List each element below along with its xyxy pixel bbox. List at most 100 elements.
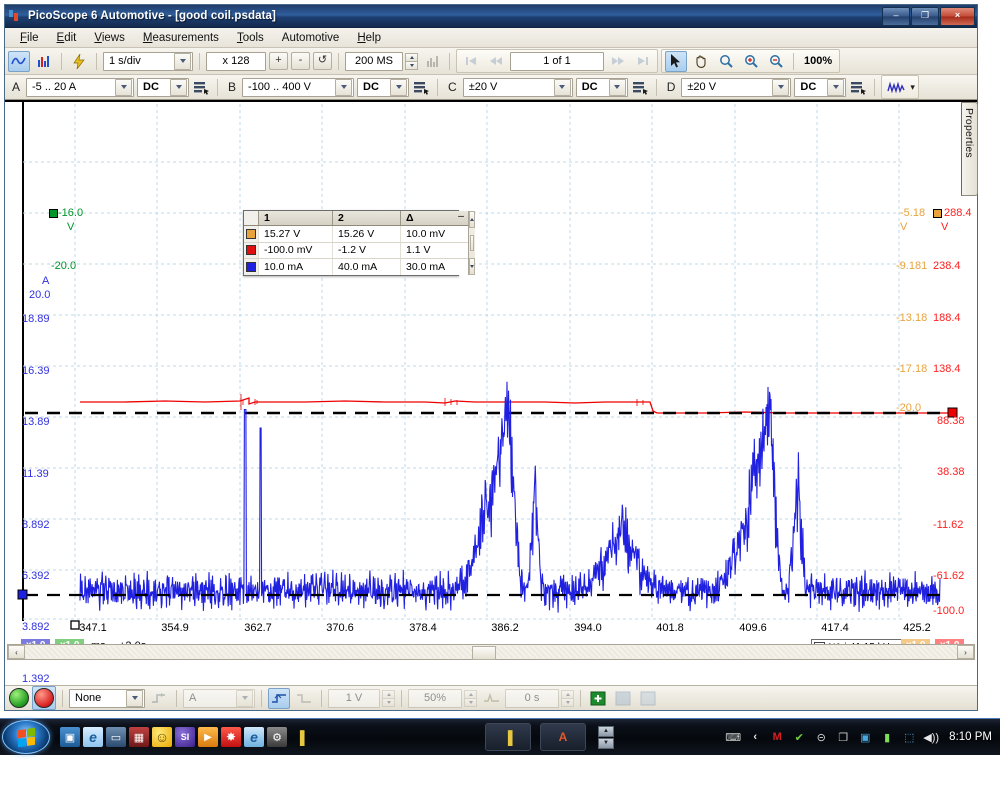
picoscope-icon[interactable]: ▦ (129, 727, 149, 747)
maximize-button[interactable]: ❐ (911, 7, 939, 26)
media-center-icon[interactable]: ▭ (106, 727, 126, 747)
menu-measurements[interactable]: Measurements (134, 30, 228, 46)
previous-page-icon[interactable] (485, 51, 507, 72)
waveform-plot[interactable] (5, 102, 977, 660)
browser-icon[interactable]: e (244, 727, 264, 747)
properties-tab[interactable]: Properties (961, 102, 978, 196)
probe-settings-icon[interactable] (849, 79, 868, 96)
measurement-table[interactable]: 1 2 Δ – 15.27 V 15.26 V 10.0 mV -100.0 m… (243, 210, 475, 276)
pretrigger-stepper[interactable] (464, 689, 477, 707)
menu-tools[interactable]: Tools (228, 30, 273, 46)
trigger-threshold-stepper[interactable] (382, 689, 395, 707)
scroll-thumb[interactable] (472, 646, 497, 660)
start-orb-icon[interactable] (2, 720, 50, 754)
magnifier-plus-icon[interactable] (740, 51, 762, 72)
multiplier-value[interactable]: x 128 (206, 51, 266, 71)
timebase-combo[interactable]: 1 s/div (103, 51, 193, 71)
tool-icon[interactable]: ⚙ (267, 727, 287, 747)
menu-automotive[interactable]: Automotive (273, 30, 349, 46)
chevron-down-icon[interactable] (827, 78, 845, 96)
volume-icon[interactable]: ◀)) (923, 729, 939, 745)
probe-settings-icon[interactable] (412, 79, 431, 96)
update-icon[interactable]: ▣ (857, 729, 873, 745)
scroll-down-icon[interactable] (469, 258, 475, 275)
trigger-delay-icon[interactable] (480, 688, 502, 709)
collapse-icon[interactable]: – (458, 210, 464, 222)
channel-d-range-combo[interactable]: ±20 V (681, 77, 792, 97)
stop-icon[interactable] (34, 688, 54, 708)
magnifier-icon[interactable] (715, 51, 737, 72)
trigger-mode-combo[interactable]: None (69, 688, 145, 708)
chevron-down-icon[interactable] (772, 78, 790, 96)
advanced-trigger-icon[interactable] (612, 688, 634, 709)
reset-zoom-button[interactable]: ↺ (313, 52, 332, 70)
first-page-icon[interactable] (460, 51, 482, 72)
math-channel-icon[interactable] (885, 77, 907, 98)
table-row[interactable]: 15.27 V 15.26 V 10.0 mV (244, 225, 468, 243)
table-scrollbar[interactable] (468, 211, 475, 275)
taskbar-clock[interactable]: 8:10 PM (945, 731, 992, 743)
buffer-navigator-icon[interactable] (421, 51, 443, 72)
add-measurement-icon[interactable] (587, 688, 609, 709)
trigger-threshold-value[interactable]: 1 V (328, 688, 380, 708)
smiley-icon[interactable]: ☺ (152, 727, 172, 747)
horizontal-scrollbar[interactable]: ‹ › (7, 644, 975, 660)
rising-edge-icon[interactable] (268, 687, 290, 709)
sync-icon[interactable]: ⊝ (813, 729, 829, 745)
probe-settings-icon[interactable] (192, 79, 211, 96)
page-indicator[interactable]: 1 of 1 (510, 51, 604, 71)
close-button[interactable]: × (940, 7, 975, 26)
channel-c-range-combo[interactable]: ±20 V (462, 77, 573, 97)
menu-help[interactable]: Help (348, 30, 390, 46)
splash-app-icon[interactable]: ✸ (221, 727, 241, 747)
taskbar-scroll-buttons[interactable]: ▲ ▼ (598, 725, 614, 749)
channel-a-coupling-combo[interactable]: DC (137, 77, 190, 97)
zoom-in-button[interactable]: + (269, 52, 288, 70)
hand-icon[interactable] (690, 51, 712, 72)
channel-d-coupling-combo[interactable]: DC (794, 77, 847, 97)
probe-settings-icon[interactable] (631, 79, 650, 96)
scroll-up-icon[interactable]: ▲ (598, 725, 614, 737)
channel-a-range-combo[interactable]: -5 .. 20 A (26, 77, 135, 97)
measurement-options-icon[interactable] (637, 688, 659, 709)
falling-edge-icon[interactable] (293, 688, 315, 709)
show-hidden-icons-icon[interactable]: ‹ (747, 729, 763, 745)
menu-file[interactable]: File (11, 30, 48, 46)
internet-explorer-icon[interactable]: e (83, 727, 103, 747)
si-app-icon[interactable]: SI (175, 727, 195, 747)
chevron-down-icon[interactable] (126, 689, 143, 707)
scroll-up-icon[interactable] (469, 211, 475, 228)
channel-d-offset-handle[interactable] (49, 208, 58, 218)
chevron-down-icon[interactable] (553, 78, 571, 96)
chevron-down-icon[interactable] (335, 78, 353, 96)
samples-value[interactable]: 200 MS (345, 51, 403, 71)
math-dropdown-arrow[interactable]: ▾ (910, 82, 915, 93)
scroll-down-icon[interactable]: ▼ (598, 737, 614, 749)
lightning-icon[interactable] (68, 51, 90, 72)
channel-c-coupling-combo[interactable]: DC (575, 77, 628, 97)
chevron-down-icon[interactable] (390, 78, 408, 96)
chevron-down-icon[interactable] (236, 689, 253, 707)
menu-views[interactable]: Views (85, 30, 133, 46)
channel-b-coupling-combo[interactable]: DC (357, 77, 410, 97)
battery-icon[interactable]: ▮ (879, 729, 895, 745)
network-monitor-icon[interactable]: ❐ (835, 729, 851, 745)
antivirus-shield-icon[interactable]: ✔ (791, 729, 807, 745)
media-player-icon[interactable]: ▶ (198, 727, 218, 747)
magnifier-minus-icon[interactable] (765, 51, 787, 72)
trigger-source-combo[interactable]: A (183, 688, 255, 708)
scroll-right-icon[interactable]: › (957, 645, 974, 659)
taskbar-item-picoscope[interactable]: ▐ (485, 723, 531, 751)
bars-icon[interactable] (33, 51, 55, 72)
mcafee-icon[interactable]: M (769, 729, 785, 745)
run-icon[interactable] (9, 688, 29, 708)
trigger-delay-stepper[interactable] (561, 689, 574, 707)
chevron-down-icon[interactable] (174, 52, 191, 70)
pretrigger-value[interactable]: 50% (408, 688, 462, 708)
chevron-down-icon[interactable] (170, 78, 188, 96)
network-icon[interactable]: ⬚ (901, 729, 917, 745)
chevron-down-icon[interactable] (115, 78, 133, 96)
menu-edit[interactable]: Edit (48, 30, 86, 46)
table-row[interactable]: -100.0 mV -1.2 V 1.1 V (244, 242, 468, 260)
trigger-edge-icon[interactable] (148, 688, 170, 709)
